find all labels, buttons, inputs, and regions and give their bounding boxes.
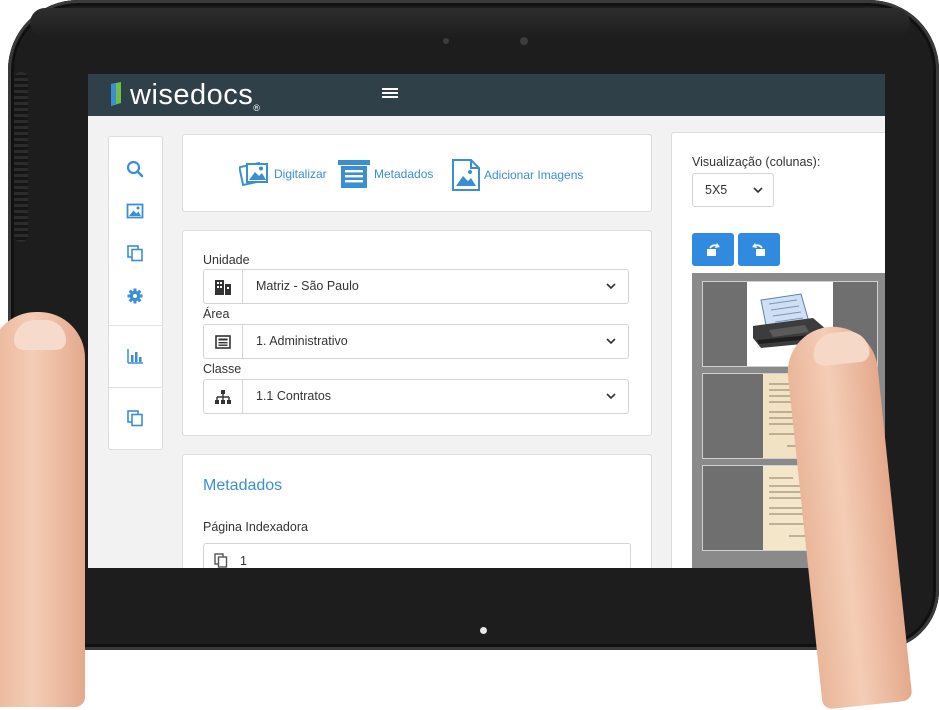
metadados-button[interactable]: Metadados [337, 159, 433, 189]
speaker-grille [14, 72, 28, 242]
list-document-icon [338, 160, 370, 188]
chevron-down-icon [606, 283, 616, 290]
image-icon[interactable] [126, 202, 144, 220]
copy-icon[interactable] [126, 409, 144, 427]
visualizacao-label: Visualização (colunas): [692, 155, 821, 169]
chevron-down-icon [753, 187, 763, 194]
bezel-highlight [30, 8, 910, 38]
nav-divider [109, 387, 162, 388]
pagina-indexadora-input[interactable]: 1 [203, 543, 631, 568]
left-thumbnail-nail [14, 320, 66, 350]
newspaper-icon [204, 325, 243, 358]
side-navigation [108, 136, 163, 450]
camera-lens [520, 37, 528, 45]
unidade-select[interactable]: Matriz - São Paulo [203, 269, 629, 304]
area-value: 1. Administrativo [256, 334, 348, 348]
pagina-indexadora-value: 1 [240, 554, 247, 568]
bar-chart-icon[interactable] [126, 347, 144, 365]
action-bar: Digitalizar Metadados Adicionar Imagens [182, 134, 652, 212]
add-image-icon [452, 159, 480, 191]
pagina-indexadora-label: Página Indexadora [203, 520, 308, 534]
gear-icon[interactable] [126, 287, 144, 305]
unidade-value: Matriz - São Paulo [256, 279, 359, 293]
hamburger-menu-icon[interactable] [381, 86, 399, 102]
sensor-dot [443, 38, 449, 44]
classe-value: 1.1 Contratos [256, 389, 332, 403]
nav-divider [109, 325, 162, 326]
area-label: Área [203, 307, 230, 321]
rotate-left-icon [752, 242, 765, 256]
chevron-down-icon [606, 393, 616, 400]
search-icon[interactable] [126, 160, 144, 178]
sitemap-icon [204, 380, 243, 413]
copy-icon[interactable] [126, 244, 144, 262]
app-screen: wisedocs® Digitalizar Metadados Adiciona… [88, 74, 885, 568]
rotate-left-button[interactable] [738, 233, 780, 266]
chevron-down-icon [606, 338, 616, 345]
area-select[interactable]: 1. Administrativo [203, 324, 629, 359]
visualizacao-select[interactable]: 5X5 [692, 173, 774, 207]
top-bar: wisedocs® [88, 74, 885, 116]
filters-panel: Unidade Matriz - São Paulo Área 1. Admin… [182, 230, 652, 436]
logo-icon [111, 82, 121, 106]
digitalizar-button[interactable]: Digitalizar [239, 159, 327, 189]
left-hand [0, 312, 85, 707]
home-indicator [480, 627, 487, 634]
classe-select[interactable]: 1.1 Contratos [203, 379, 629, 414]
building-icon [204, 270, 243, 303]
visualizacao-value: 5X5 [705, 183, 728, 197]
classe-label: Classe [203, 362, 242, 376]
adicionar-imagens-button[interactable]: Adicionar Imagens [451, 159, 583, 191]
unidade-label: Unidade [203, 253, 250, 267]
metadados-title: Metadados [203, 477, 283, 494]
rotate-right-icon [707, 242, 720, 256]
rotate-right-button[interactable] [692, 233, 734, 266]
logo-text: wisedocs® [130, 79, 261, 113]
images-stack-icon [239, 161, 268, 187]
copy-icon [214, 553, 228, 568]
metadados-panel: Metadados Página Indexadora 1 [182, 454, 652, 568]
